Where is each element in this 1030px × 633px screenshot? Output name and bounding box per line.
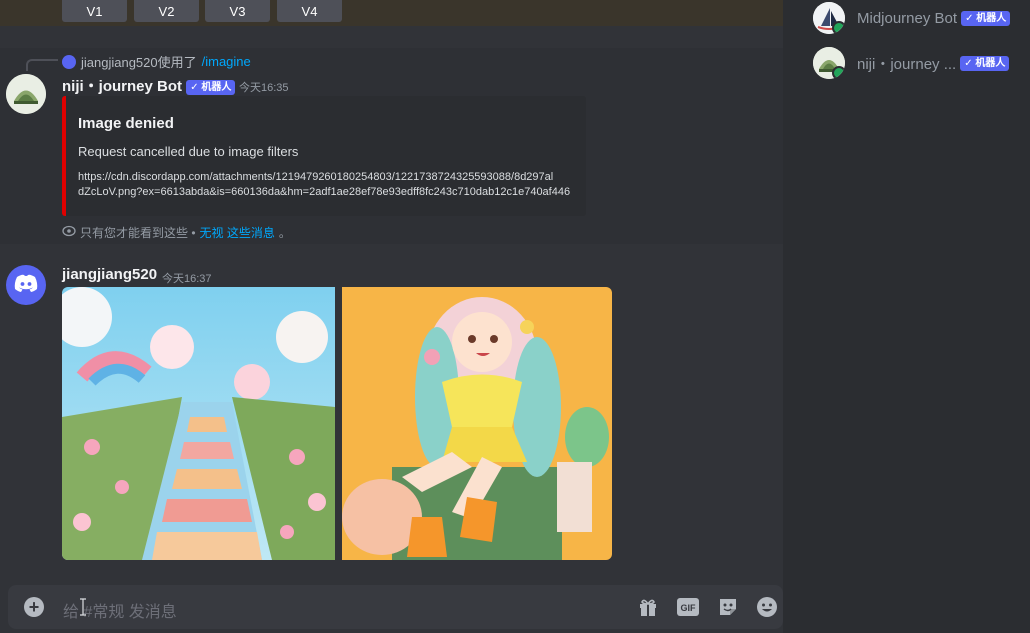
bot-avatar[interactable] xyxy=(6,74,46,114)
bot-badge: ✓ 机器人 xyxy=(186,79,236,95)
message-composer[interactable]: + 给 #常规 发消息 GIF xyxy=(8,585,783,629)
reply-reference[interactable]: jiangjiang520使用了 /imagine xyxy=(62,52,251,71)
text-cursor-icon xyxy=(80,598,86,616)
discord-logo-icon xyxy=(14,274,38,297)
reply-avatar-icon xyxy=(62,54,76,69)
online-status-icon xyxy=(832,66,845,79)
user-timestamp: 今天16:37 xyxy=(162,273,212,285)
bot-username[interactable]: niji・journey Bot ✓ 机器人 xyxy=(62,75,236,96)
chat-area: V1 V2 V3 V4 jiangjiang520使用了 /imagine ni… xyxy=(0,0,783,633)
reply-user: jiangjiang520使用了 xyxy=(81,55,197,70)
sticker-icon[interactable] xyxy=(717,597,739,617)
attachment-image-2[interactable] xyxy=(342,287,612,560)
member-badge: ✓ 机器人 xyxy=(961,10,1011,26)
midjourney-avatar xyxy=(813,2,845,34)
v2-button[interactable]: V2 xyxy=(134,0,199,22)
member-badge: ✓ 机器人 xyxy=(960,55,1010,71)
v1-button[interactable]: V1 xyxy=(62,0,127,22)
user-username[interactable]: jiangjiang520 xyxy=(62,266,157,283)
plus-icon[interactable]: + xyxy=(24,597,44,617)
error-embed: Image denied Request cancelled due to im… xyxy=(62,96,586,216)
embed-description: Request cancelled due to image filters xyxy=(78,144,299,159)
online-status-icon xyxy=(832,21,845,34)
member-midjourney-bot[interactable]: Midjourney Bot ✓ 机器人 xyxy=(813,2,1011,34)
embed-title: Image denied xyxy=(78,115,174,132)
dismiss-link[interactable]: 无视 这些消息 xyxy=(200,224,275,241)
member-name[interactable]: Midjourney Bot xyxy=(857,10,957,27)
eye-icon xyxy=(62,225,76,240)
attachment-image-1[interactable] xyxy=(62,287,335,560)
svg-text:GIF: GIF xyxy=(681,603,697,613)
variation-buttons-bar: V1 V2 V3 V4 xyxy=(0,0,783,26)
emoji-icon[interactable] xyxy=(756,597,778,617)
gift-icon[interactable] xyxy=(637,597,659,617)
embed-url[interactable]: https://cdn.discordapp.com/attachments/1… xyxy=(78,170,583,200)
niji-avatar xyxy=(813,47,845,79)
reply-command[interactable]: /imagine xyxy=(202,54,251,69)
bot-timestamp: 今天16:35 xyxy=(239,82,289,94)
ephemeral-note: 只有您才能看到这些 • 无视 这些消息 。 xyxy=(62,224,291,241)
gif-icon[interactable]: GIF xyxy=(677,597,699,617)
reply-connector xyxy=(26,59,58,71)
member-name[interactable]: niji・journey ... xyxy=(857,53,956,74)
v4-button[interactable]: V4 xyxy=(277,0,342,22)
member-niji-journey-bot[interactable]: niji・journey ... ✓ 机器人 xyxy=(813,47,1010,79)
member-list: Midjourney Bot ✓ 机器人 niji・journey ... ✓ … xyxy=(783,0,1030,633)
user-avatar[interactable] xyxy=(6,265,46,305)
v3-button[interactable]: V3 xyxy=(205,0,270,22)
